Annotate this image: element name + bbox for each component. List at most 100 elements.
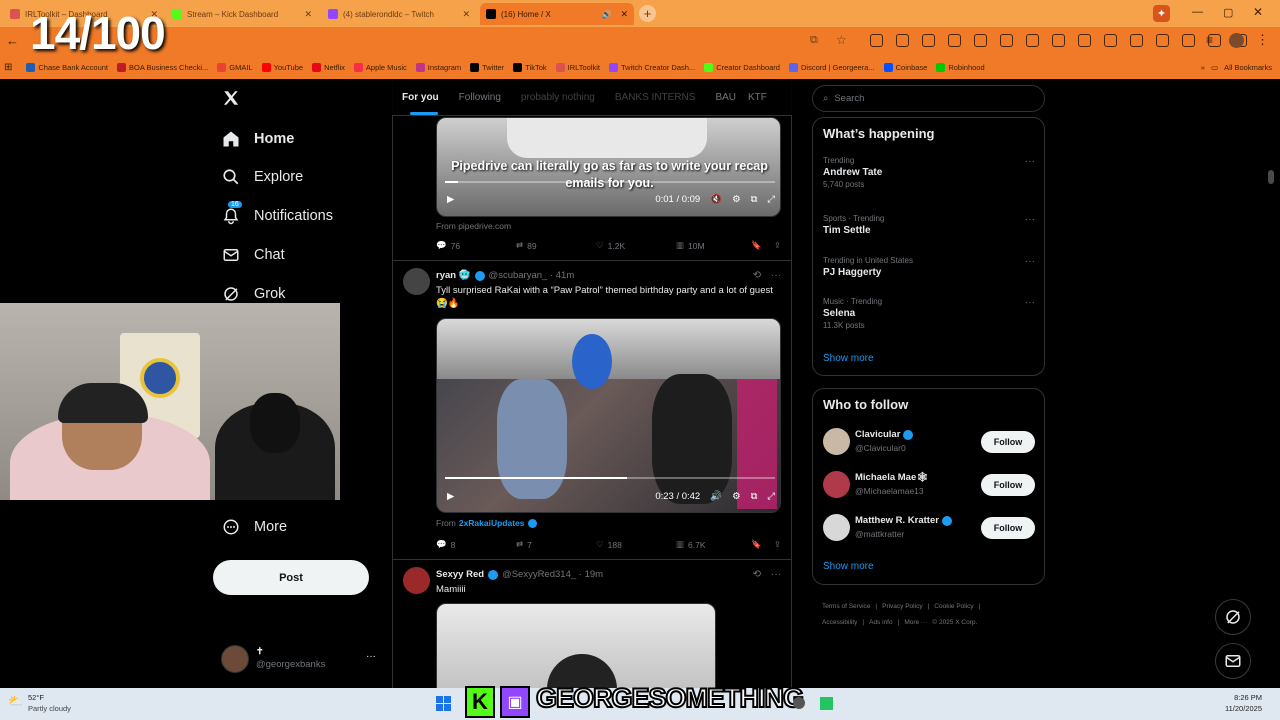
bookmark-item[interactable]: Robinhood: [936, 62, 985, 72]
tweet2-handle[interactable]: @scubaryan_ · 41m: [489, 270, 575, 281]
bookmark-item[interactable]: TikTok: [513, 62, 547, 72]
apps-grid-icon[interactable]: ⊞: [4, 62, 12, 73]
bookmark-item[interactable]: Twitch Creator Dash...: [608, 62, 695, 72]
footer-link[interactable]: Privacy Policy: [882, 599, 922, 615]
bookmark-star-icon[interactable]: ☆: [836, 33, 847, 47]
like-button[interactable]: ♡ 1.2K: [596, 240, 676, 251]
fullscreen-icon[interactable]: ⤢: [767, 491, 775, 502]
messages-float-button[interactable]: [1215, 643, 1251, 679]
nav-explore[interactable]: Explore: [222, 164, 303, 190]
taskbar-app-icon[interactable]: [820, 697, 833, 710]
follow-suggestion[interactable]: Michaela Mae🕸 @Michaelamae13 Follow: [823, 470, 1035, 500]
share-icon[interactable]: ⇪: [774, 539, 781, 550]
fullscreen-icon[interactable]: ⤢: [767, 194, 775, 205]
settings-gear-icon[interactable]: ⚙: [732, 491, 741, 502]
windows-start-icon[interactable]: [436, 696, 451, 711]
tweet1-source[interactable]: From pipedrive.com: [436, 221, 511, 231]
nav-notifications[interactable]: 16 Notifications: [222, 201, 333, 229]
bookmark-item[interactable]: YouTube: [261, 62, 303, 72]
tweet1-video[interactable]: Pipedrive can literally go as far as to …: [436, 117, 781, 217]
bookmark-item[interactable]: Netflix: [312, 62, 345, 72]
maximize-window-button[interactable]: ▢: [1223, 6, 1233, 19]
grok-explain-icon[interactable]: ⟲: [753, 270, 761, 281]
extension-icon[interactable]: [870, 34, 883, 47]
volume-icon[interactable]: 🔊: [710, 491, 722, 502]
tweet3-avatar[interactable]: [403, 567, 430, 594]
settings-gear-icon[interactable]: ⚙: [732, 194, 741, 205]
reply-button[interactable]: 💬 8: [436, 539, 516, 550]
bookmark-icon[interactable]: 🔖: [751, 539, 762, 550]
nav-chat[interactable]: Chat: [222, 242, 285, 268]
trend-more-icon[interactable]: ···: [1025, 214, 1035, 225]
search-input[interactable]: ⌕ Search: [812, 85, 1045, 112]
trends-show-more[interactable]: Show more: [823, 353, 874, 364]
follow-show-more[interactable]: Show more: [823, 561, 874, 572]
trend-item[interactable]: Music · Trending Selena 11.3K posts ···: [823, 297, 1035, 337]
extension-icon[interactable]: [896, 34, 909, 47]
print-icon[interactable]: [1156, 34, 1169, 47]
account-avatar[interactable]: [221, 645, 249, 673]
trend-item[interactable]: Sports · Trending Tim Settle ···: [823, 214, 1035, 254]
browser-menu-icon[interactable]: ⋮: [1256, 32, 1269, 48]
page-scrollbar-thumb[interactable]: [1268, 170, 1274, 184]
bookmark-icon[interactable]: 🔖: [751, 240, 762, 251]
tweet-more-icon[interactable]: ···: [771, 270, 781, 281]
follow-button[interactable]: Follow: [981, 431, 1035, 453]
footer-link[interactable]: Ads info: [869, 615, 893, 631]
tab-following[interactable]: Following: [449, 92, 511, 103]
nav-home[interactable]: Home: [222, 126, 294, 152]
tab-ktf[interactable]: KTF: [746, 92, 769, 103]
follow-button[interactable]: Follow: [981, 474, 1035, 496]
repost-button[interactable]: ⇄ 89: [516, 240, 596, 251]
tab-banks-interns[interactable]: BANKS INTERNS: [605, 92, 706, 103]
suggested-user-avatar[interactable]: [823, 471, 850, 498]
trend-more-icon[interactable]: ···: [1025, 156, 1035, 167]
bookmark-item[interactable]: Chase Bank Account: [26, 62, 108, 72]
reply-button[interactable]: 💬 76: [436, 240, 516, 251]
extension-icon[interactable]: [922, 34, 935, 47]
pip-icon[interactable]: ⧉: [751, 194, 758, 205]
new-tab-button[interactable]: +: [639, 5, 656, 22]
tab-probably-nothing[interactable]: probably nothing: [511, 92, 605, 103]
footer-link[interactable]: Accessibility: [822, 615, 857, 631]
tweet2-video[interactable]: ▶ 0:23 / 0:42 🔊 ⚙ ⧉ ⤢: [436, 318, 781, 513]
suggested-user-avatar[interactable]: [823, 514, 850, 541]
close-tab-icon[interactable]: ✕: [462, 9, 470, 20]
install-app-icon[interactable]: ⧉: [810, 34, 818, 47]
close-tab-icon[interactable]: ✕: [304, 9, 312, 20]
bookmark-item[interactable]: IRLToolkit: [555, 62, 600, 72]
tweet3-author[interactable]: Sexyy Red: [436, 569, 484, 580]
tweet-more-icon[interactable]: ···: [771, 569, 781, 580]
extension-icon[interactable]: [974, 34, 987, 47]
bookmark-item[interactable]: Creator Dashboard: [704, 62, 780, 72]
tweet3-media[interactable]: [436, 603, 716, 688]
weather-status[interactable]: Partly cloudy: [28, 704, 71, 713]
follow-suggestion[interactable]: Matthew R. Kratter @mattkratter Follow: [823, 513, 1035, 543]
bookmark-item[interactable]: Apple Music: [353, 62, 407, 72]
extension-icon[interactable]: [1078, 34, 1091, 47]
extension-badge-icon[interactable]: ✦: [1153, 5, 1170, 22]
views-button[interactable]: ▥ 6.7K: [676, 539, 736, 550]
post-button[interactable]: Post: [213, 560, 369, 595]
grok-float-button[interactable]: [1215, 599, 1251, 635]
play-icon[interactable]: ▶: [447, 491, 454, 502]
browser-tab-x-home[interactable]: (16) Home / X 🔊 ✕: [480, 3, 634, 25]
trend-more-icon[interactable]: ···: [1025, 256, 1035, 267]
grok-explain-icon[interactable]: ⟲: [753, 569, 761, 580]
back-icon[interactable]: ←: [6, 33, 19, 48]
delete-icon[interactable]: [1182, 34, 1195, 47]
repost-button[interactable]: ⇄ 7: [516, 539, 596, 550]
views-button[interactable]: ▥ 10M: [676, 240, 736, 251]
footer-link[interactable]: © 2025 X Corp.: [932, 615, 977, 631]
play-icon[interactable]: ▶: [447, 194, 454, 205]
bookmark-item[interactable]: Instagram: [415, 62, 461, 72]
tab-bau[interactable]: BAU: [705, 92, 746, 103]
video-progress-track[interactable]: [445, 181, 775, 183]
weather-temp[interactable]: 52°F: [28, 693, 44, 702]
bookmark-item[interactable]: Discord | Georgeera...: [788, 62, 875, 72]
extension-icon[interactable]: [1000, 34, 1013, 47]
footer-link[interactable]: More ···: [904, 615, 927, 631]
suggested-user-name[interactable]: Matthew R. Kratter: [855, 515, 939, 526]
trend-more-icon[interactable]: ···: [1025, 297, 1035, 308]
video-progress-track[interactable]: [445, 477, 775, 479]
